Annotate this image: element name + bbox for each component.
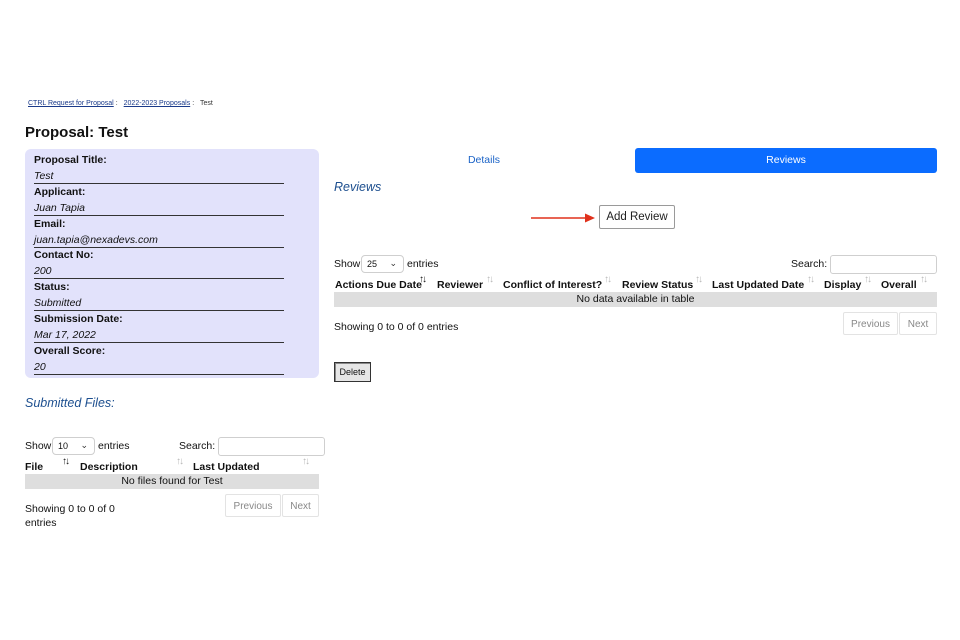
reviews-page-size-value: 25 — [367, 259, 378, 269]
annotation-arrow-icon — [531, 213, 595, 223]
field-label: Proposal Title: — [34, 154, 107, 166]
chevron-down-icon: ⌄ — [80, 440, 88, 450]
field-value: Submitted — [34, 297, 284, 311]
breadcrumb-link-rfp[interactable]: CTRL Request for Proposal — [28, 100, 114, 107]
reviews-col-review-status[interactable]: Review Status — [622, 279, 693, 291]
field-label: Submission Date: — [34, 313, 123, 325]
sort-asc-icon[interactable]: ↑↓ — [62, 456, 70, 467]
reviews-col-overall[interactable]: Overall — [881, 279, 917, 291]
sort-asc-icon[interactable]: ↑↓ — [419, 274, 427, 285]
files-show-label: Show — [25, 440, 52, 452]
sort-icon[interactable]: ↑↓ — [302, 456, 310, 467]
files-page-size-value: 10 — [58, 441, 69, 451]
field-overall-score: Overall Score: 20 — [34, 345, 284, 375]
files-col-description[interactable]: Description — [80, 461, 138, 473]
sort-icon[interactable]: ↑↓ — [604, 274, 612, 285]
reviews-empty-row: No data available in table — [334, 292, 937, 307]
add-review-button[interactable]: Add Review — [599, 205, 675, 229]
submitted-files-heading: Submitted Files: — [25, 396, 115, 410]
breadcrumb-link-proposals[interactable]: 2022-2023 Proposals — [124, 100, 191, 107]
field-label: Status: — [34, 281, 70, 293]
field-label: Email: — [34, 218, 66, 230]
breadcrumb-current: Test — [199, 100, 213, 107]
field-label: Applicant: — [34, 186, 86, 198]
files-previous-button[interactable]: Previous — [225, 494, 281, 517]
sort-icon[interactable]: ↑↓ — [695, 274, 703, 285]
sort-icon[interactable]: ↑↓ — [176, 456, 184, 467]
files-col-last-updated[interactable]: Last Updated — [193, 461, 260, 473]
reviews-previous-button[interactable]: Previous — [843, 312, 898, 335]
files-search-input[interactable] — [218, 437, 325, 456]
reviews-col-actions-due-date[interactable]: Actions Due Date — [335, 279, 422, 291]
sort-icon[interactable]: ↑↓ — [486, 274, 494, 285]
field-value: Juan Tapia — [34, 202, 284, 216]
files-info-text: Showing 0 to 0 of 0 — [25, 503, 115, 515]
field-applicant: Applicant: Juan Tapia — [34, 186, 284, 216]
breadcrumb-separator: : — [192, 100, 195, 107]
field-email: Email: juan.tapia@nexadevs.com — [34, 218, 284, 248]
files-empty-row: No files found for Test — [25, 474, 319, 489]
reviews-col-display[interactable]: Display — [824, 279, 861, 291]
files-entries-label: entries — [98, 440, 130, 452]
reviews-heading: Reviews — [334, 180, 382, 194]
field-value: 200 — [34, 265, 284, 279]
delete-button[interactable]: Delete — [334, 362, 371, 382]
sort-icon[interactable]: ↑↓ — [920, 274, 928, 285]
field-value: 20 — [34, 361, 284, 375]
field-value: juan.tapia@nexadevs.com — [34, 234, 284, 248]
files-search-label: Search: — [179, 440, 216, 452]
reviews-page-size-select[interactable]: 25 ⌄ — [361, 255, 404, 273]
reviews-info-text: Showing 0 to 0 of 0 entries — [334, 321, 459, 333]
files-page-size-select[interactable]: 10 ⌄ — [52, 437, 95, 455]
page-title: Proposal: Test — [25, 124, 129, 141]
chevron-down-icon: ⌄ — [389, 258, 397, 268]
reviews-col-reviewer[interactable]: Reviewer — [437, 279, 483, 291]
reviews-col-conflict-of-interest[interactable]: Conflict of Interest? — [503, 279, 602, 291]
field-value: Test — [34, 170, 284, 184]
sort-icon[interactable]: ↑↓ — [807, 274, 815, 285]
breadcrumb: CTRL Request for Proposal: 2022-2023 Pro… — [28, 100, 213, 107]
field-label: Contact No: — [34, 249, 94, 261]
reviews-search-input[interactable] — [830, 255, 937, 274]
field-submission-date: Submission Date: Mar 17, 2022 — [34, 313, 284, 343]
field-status: Status: Submitted — [34, 281, 284, 311]
tab-reviews[interactable]: Reviews — [635, 148, 937, 173]
tab-details[interactable]: Details — [334, 148, 634, 173]
reviews-entries-label: entries — [407, 258, 439, 270]
field-proposal-title: Proposal Title: Test — [34, 154, 284, 184]
reviews-search-label: Search: — [791, 258, 828, 270]
reviews-next-button[interactable]: Next — [899, 312, 937, 335]
sort-icon[interactable]: ↑↓ — [864, 274, 872, 285]
reviews-show-label: Show — [334, 258, 361, 270]
files-next-button[interactable]: Next — [282, 494, 319, 517]
files-info-text-cont: entries — [25, 517, 57, 529]
proposal-info-card: Proposal Title: Test Applicant: Juan Tap… — [25, 149, 319, 378]
breadcrumb-separator: : — [115, 100, 118, 107]
field-label: Overall Score: — [34, 345, 106, 357]
field-contact-no: Contact No: 200 — [34, 249, 284, 279]
reviews-col-last-updated-date[interactable]: Last Updated Date — [712, 279, 804, 291]
files-col-file[interactable]: File — [25, 461, 43, 473]
field-value: Mar 17, 2022 — [34, 329, 284, 343]
